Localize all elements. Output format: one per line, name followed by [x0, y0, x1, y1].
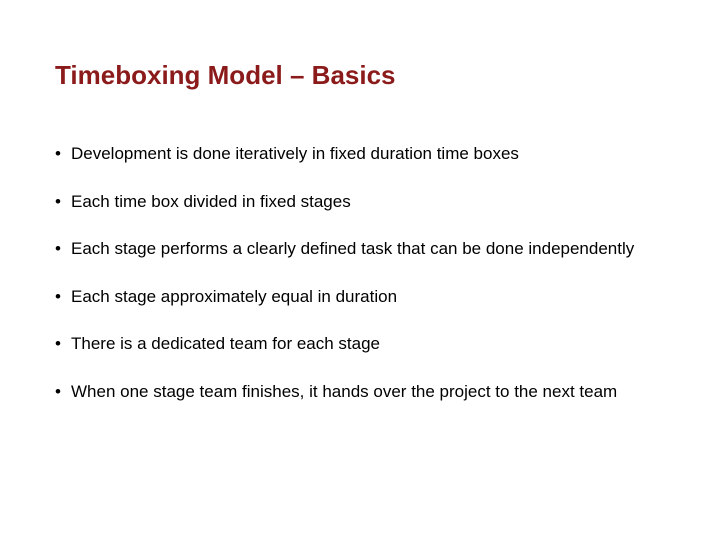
list-item: Each stage performs a clearly defined ta… — [55, 236, 665, 262]
slide-title: Timeboxing Model – Basics — [55, 60, 665, 91]
list-item: Development is done iteratively in fixed… — [55, 141, 665, 167]
list-item: Each time box divided in fixed stages — [55, 189, 665, 215]
bullet-list: Development is done iteratively in fixed… — [55, 141, 665, 404]
list-item: When one stage team finishes, it hands o… — [55, 379, 665, 405]
list-item: Each stage approximately equal in durati… — [55, 284, 665, 310]
list-item: There is a dedicated team for each stage — [55, 331, 665, 357]
